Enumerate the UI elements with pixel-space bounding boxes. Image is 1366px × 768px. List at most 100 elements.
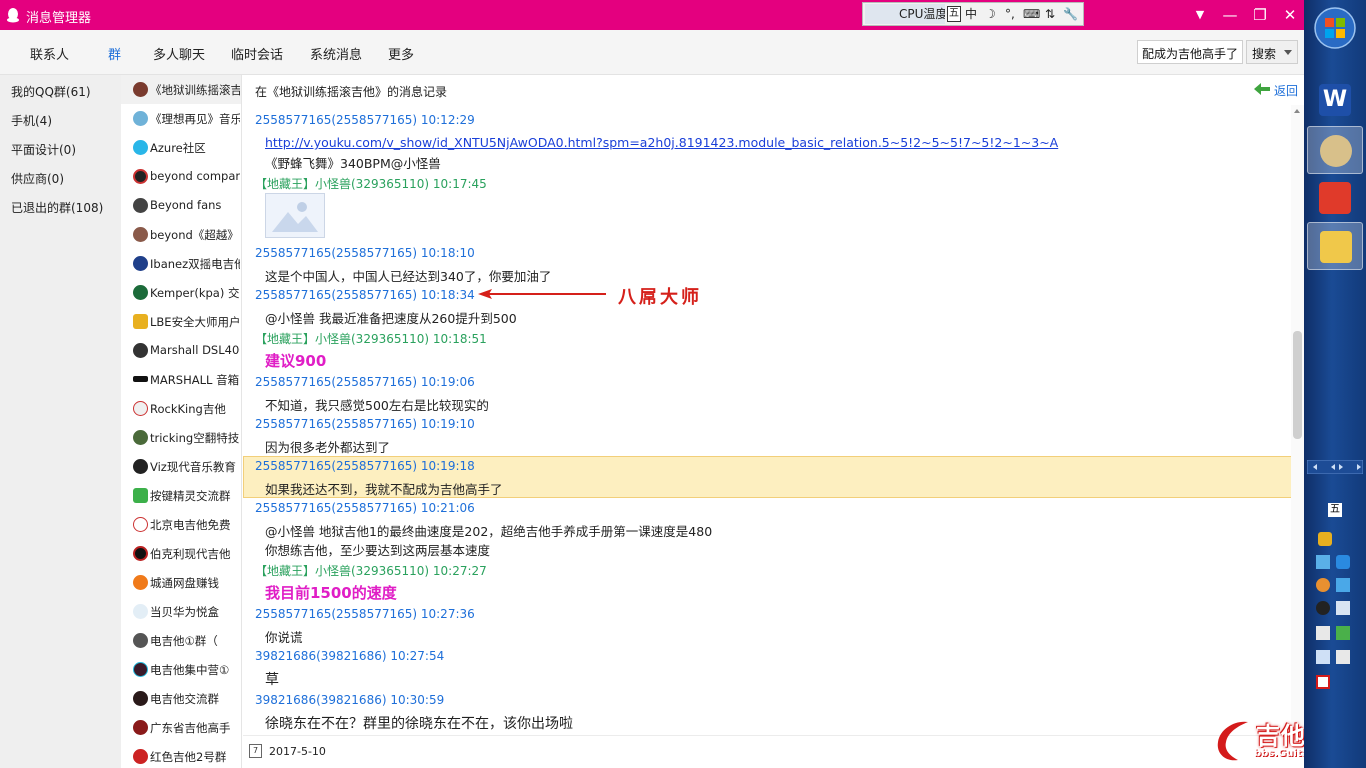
group-item[interactable]: Kemper(kpa) 交流 bbox=[121, 278, 241, 307]
scrollbar-thumb[interactable] bbox=[1293, 331, 1302, 439]
search-button[interactable]: 搜索 bbox=[1246, 40, 1298, 64]
ime-moon-icon[interactable]: ☽ bbox=[985, 6, 996, 22]
group-item[interactable]: Ibanez双摇电吉他 bbox=[121, 249, 241, 278]
menu-multi-chat[interactable]: 多人聊天 bbox=[153, 44, 205, 63]
ime-chinese-icon[interactable]: 中 bbox=[965, 6, 977, 22]
group-item[interactable]: 电吉他集中营① bbox=[121, 655, 241, 684]
message-sender[interactable]: 【地藏王】小怪兽(329365110) 10:18:51 bbox=[255, 330, 487, 347]
group-name: 北京电吉他免费 bbox=[150, 518, 231, 532]
menu-more[interactable]: 更多 bbox=[388, 44, 414, 63]
message-sender[interactable]: 2558577165(2558577165) 10:19:06 bbox=[255, 375, 475, 389]
message-list[interactable]: 2558577165(2558577165) 10:12:29 http://v… bbox=[243, 105, 1291, 735]
cpu-temp-widget[interactable]: CPU温度 bbox=[865, 4, 945, 24]
group-item[interactable]: Viz现代音乐教育 bbox=[121, 452, 241, 481]
taskbar-explorer[interactable] bbox=[1307, 222, 1363, 270]
close-button[interactable]: ✕ bbox=[1280, 5, 1300, 25]
message-sender[interactable]: 2558577165(2558577165) 10:18:10 bbox=[255, 246, 475, 260]
restore-button[interactable]: ❐ bbox=[1250, 5, 1270, 25]
ime-settings-icon[interactable]: 🔧 bbox=[1063, 6, 1078, 22]
group-item[interactable]: beyond compare bbox=[121, 162, 241, 191]
group-item[interactable]: MARSHALL 音箱 bbox=[121, 365, 241, 394]
ime-keyboard-icon[interactable]: ⌨ bbox=[1023, 6, 1040, 22]
group-name: tricking空翻特技 bbox=[150, 431, 240, 445]
menu-groups[interactable]: 群 bbox=[108, 44, 121, 63]
group-item[interactable]: 当贝华为悦盒 bbox=[121, 597, 241, 626]
category-suppliers[interactable]: 供应商(0) bbox=[11, 170, 64, 187]
group-item[interactable]: 《理想再见》音乐 bbox=[121, 104, 241, 133]
group-item[interactable]: beyond《超越》 bbox=[121, 220, 241, 249]
group-name: MARSHALL 音箱 bbox=[150, 373, 240, 387]
menu-contacts[interactable]: 联系人 bbox=[30, 44, 69, 63]
group-avatar bbox=[133, 430, 148, 445]
windows-start-icon[interactable] bbox=[1313, 6, 1357, 50]
group-name: Ibanez双摇电吉他 bbox=[150, 257, 240, 271]
menu-system-messages[interactable]: 系统消息 bbox=[310, 44, 362, 63]
tray-clipboard-icon[interactable] bbox=[1316, 626, 1330, 640]
tray-bluetooth-icon[interactable] bbox=[1336, 578, 1350, 592]
tray-document-icon[interactable] bbox=[1336, 601, 1350, 615]
category-phone[interactable]: 手机(4) bbox=[11, 112, 52, 129]
group-item[interactable]: 红色吉他2号群 bbox=[121, 742, 241, 768]
tray-fox-icon[interactable] bbox=[1316, 578, 1330, 592]
message-sender[interactable]: 2558577165(2558577165) 10:12:29 bbox=[255, 113, 475, 127]
tray-pdf-icon[interactable] bbox=[1316, 675, 1330, 689]
ime-switch-icon[interactable]: ⇅ bbox=[1045, 6, 1055, 22]
group-item[interactable]: 《地狱训练摇滚吉他》 bbox=[121, 75, 241, 104]
tray-signal-icon[interactable] bbox=[1336, 650, 1350, 664]
group-item[interactable]: LBE安全大师用户 bbox=[121, 307, 241, 336]
group-item[interactable]: RockKing吉他 bbox=[121, 394, 241, 423]
message-sender[interactable]: 39821686(39821686) 10:30:59 bbox=[255, 693, 444, 707]
group-avatar bbox=[133, 111, 148, 126]
group-item[interactable]: tricking空翻特技 bbox=[121, 423, 241, 452]
tray-volume-icon[interactable] bbox=[1316, 650, 1330, 664]
tray-feather-icon[interactable] bbox=[1336, 555, 1350, 569]
group-item[interactable]: Azure社区 bbox=[121, 133, 241, 162]
taskbar-word[interactable]: W bbox=[1307, 76, 1363, 124]
taskbar-qq-avatar[interactable] bbox=[1307, 126, 1363, 174]
ime-tray-icon[interactable]: 五 bbox=[1328, 503, 1342, 517]
message-sender[interactable]: 2558577165(2558577165) 10:19:10 bbox=[255, 417, 475, 431]
calendar-icon[interactable]: 7 bbox=[249, 744, 262, 758]
message-link[interactable]: http://v.youku.com/v_show/id_XNTU5NjAwOD… bbox=[265, 135, 1058, 150]
menu-temp-chat[interactable]: 临时会话 bbox=[231, 44, 283, 63]
ime-punctuation-icon[interactable]: °, bbox=[1005, 6, 1015, 22]
group-name: 电吉他①群（ bbox=[150, 634, 218, 648]
ime-wubi-icon[interactable]: 五 bbox=[947, 6, 961, 22]
message-sender[interactable]: 2558577165(2558577165) 10:19:18 bbox=[255, 459, 475, 473]
back-link[interactable]: 返回 bbox=[1253, 82, 1298, 99]
message-sender[interactable]: 2558577165(2558577165) 10:21:06 bbox=[255, 501, 475, 515]
tray-app-icon[interactable] bbox=[1318, 532, 1332, 546]
category-graphic-design[interactable]: 平面设计(0) bbox=[11, 141, 76, 158]
group-item[interactable]: 电吉他①群（ bbox=[121, 626, 241, 655]
tray-security-icon[interactable] bbox=[1336, 626, 1350, 640]
group-item[interactable]: 按键精灵交流群 bbox=[121, 481, 241, 510]
group-item[interactable]: 电吉他交流群 bbox=[121, 684, 241, 713]
search-input[interactable]: 配成为吉他高手了 bbox=[1137, 40, 1243, 64]
taskbar-app[interactable] bbox=[1307, 174, 1363, 222]
message-sender[interactable]: 【地藏王】小怪兽(329365110) 10:17:45 bbox=[255, 175, 487, 192]
group-item[interactable]: 城通网盘赚钱 bbox=[121, 568, 241, 597]
taskbar-pager[interactable] bbox=[1306, 459, 1364, 475]
group-item[interactable]: Marshall DSL40C bbox=[121, 336, 241, 365]
tray-qq-icon[interactable] bbox=[1316, 601, 1330, 615]
current-date[interactable]: 2017-5-10 bbox=[269, 745, 326, 758]
message-sender[interactable]: 2558577165(2558577165) 10:27:36 bbox=[255, 607, 475, 621]
group-item[interactable]: 广东省吉他高手 bbox=[121, 713, 241, 742]
category-exited-groups[interactable]: 已退出的群(108) bbox=[11, 199, 103, 216]
message-scrollbar[interactable] bbox=[1291, 105, 1304, 735]
ime-toolbar[interactable]: CPU温度 五 中 ☽ °, ⌨ ⇅ 🔧 bbox=[862, 2, 1084, 26]
group-item[interactable]: Beyond fans bbox=[121, 191, 241, 220]
image-placeholder[interactable] bbox=[265, 193, 325, 238]
scroll-up-icon[interactable] bbox=[1294, 109, 1300, 113]
message-sender[interactable]: 2558577165(2558577165) 10:18:34 bbox=[255, 288, 475, 302]
group-item[interactable]: 北京电吉他免费 bbox=[121, 510, 241, 539]
minimize-button[interactable]: — bbox=[1220, 5, 1240, 25]
group-item[interactable]: 伯克利现代吉他 bbox=[121, 539, 241, 568]
group-name: Viz现代音乐教育 bbox=[150, 460, 236, 474]
message-sender[interactable]: 【地藏王】小怪兽(329365110) 10:27:27 bbox=[255, 562, 487, 579]
tray-network-icon[interactable] bbox=[1316, 555, 1330, 569]
message-sender[interactable]: 39821686(39821686) 10:27:54 bbox=[255, 649, 444, 663]
group-avatar bbox=[133, 517, 148, 532]
dropdown-icon[interactable]: ▼ bbox=[1190, 5, 1210, 25]
category-my-qq-groups[interactable]: 我的QQ群(61) bbox=[11, 83, 91, 100]
